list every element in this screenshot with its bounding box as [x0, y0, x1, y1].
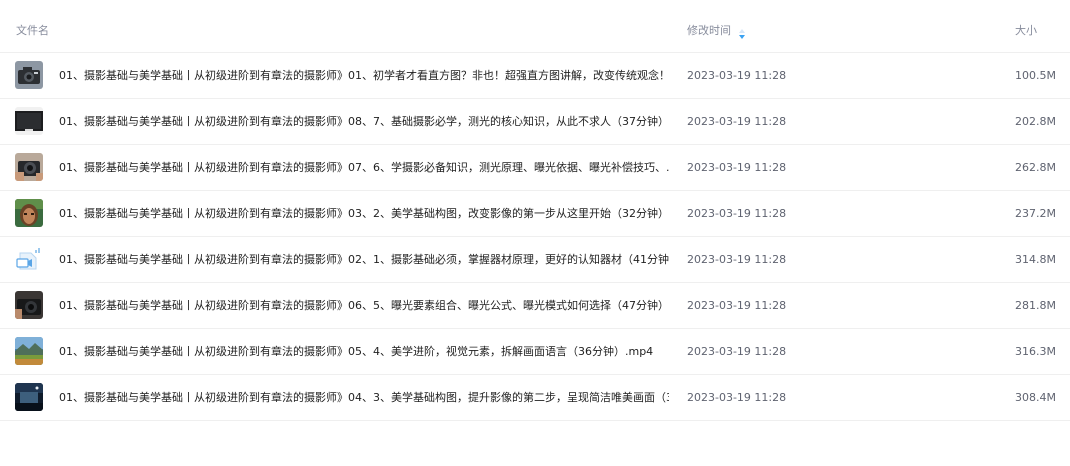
file-name[interactable]: 01、摄影基础与美学基础丨从初级进阶到有章法的摄影师》08、7、基础摄影必学，测… — [59, 114, 669, 129]
file-list: 文件名 修改时间 大小 01、摄影基础与美学基础丨从初级进阶到有章法的摄影师》0… — [0, 0, 1070, 421]
column-header-size[interactable]: 大小 — [1015, 24, 1037, 38]
column-header-modified[interactable]: 修改时间 — [687, 24, 731, 38]
file-modified-time: 2023-03-19 11:28 — [687, 115, 787, 128]
file-row[interactable]: 01、摄影基础与美学基础丨从初级进阶到有章法的摄影师》07、6、学摄影必备知识，… — [0, 145, 1070, 191]
camera-dark-thumbnail[interactable] — [15, 291, 43, 319]
file-size: 281.8M — [1015, 299, 1056, 312]
landscape-thumbnail[interactable] — [15, 337, 43, 365]
file-name[interactable]: 01、摄影基础与美学基础丨从初级进阶到有章法的摄影师》05、4、美学进阶，视觉元… — [59, 344, 669, 359]
column-header-filename[interactable]: 文件名 — [16, 24, 49, 38]
file-size: 237.2M — [1015, 207, 1056, 220]
file-name[interactable]: 01、摄影基础与美学基础丨从初级进阶到有章法的摄影师》02、1、摄影基础必须，掌… — [59, 252, 669, 267]
file-modified-time: 2023-03-19 11:28 — [687, 207, 787, 220]
camera-hand-thumbnail[interactable] — [15, 153, 43, 181]
file-modified-time: 2023-03-19 11:28 — [687, 299, 787, 312]
file-modified-time: 2023-03-19 11:28 — [687, 69, 787, 82]
video-file-thumbnail[interactable] — [15, 245, 43, 273]
file-name[interactable]: 01、摄影基础与美学基础丨从初级进阶到有章法的摄影师》07、6、学摄影必备知识，… — [59, 160, 669, 175]
screen-thumbnail[interactable] — [15, 107, 43, 135]
file-row[interactable]: 01、摄影基础与美学基础丨从初级进阶到有章法的摄影师》02、1、摄影基础必须，掌… — [0, 237, 1070, 283]
file-list-header: 文件名 修改时间 大小 — [0, 0, 1070, 53]
sort-icon[interactable] — [738, 25, 746, 39]
file-row[interactable]: 01、摄影基础与美学基础丨从初级进阶到有章法的摄影师》04、3、美学基础构图，提… — [0, 375, 1070, 421]
night-scene-thumbnail[interactable] — [15, 383, 43, 411]
portrait-thumbnail[interactable] — [15, 199, 43, 227]
file-row[interactable]: 01、摄影基础与美学基础丨从初级进阶到有章法的摄影师》01、初学者才看直方图？非… — [0, 53, 1070, 99]
file-modified-time: 2023-03-19 11:28 — [687, 391, 787, 404]
file-row[interactable]: 01、摄影基础与美学基础丨从初级进阶到有章法的摄影师》06、5、曝光要素组合、曝… — [0, 283, 1070, 329]
file-size: 314.8M — [1015, 253, 1056, 266]
file-size: 100.5M — [1015, 69, 1056, 82]
file-name[interactable]: 01、摄影基础与美学基础丨从初级进阶到有章法的摄影师》06、5、曝光要素组合、曝… — [59, 298, 669, 313]
camera-thumbnail[interactable] — [15, 61, 43, 89]
file-size: 202.8M — [1015, 115, 1056, 128]
file-size: 262.8M — [1015, 161, 1056, 174]
file-modified-time: 2023-03-19 11:28 — [687, 161, 787, 174]
file-name[interactable]: 01、摄影基础与美学基础丨从初级进阶到有章法的摄影师》01、初学者才看直方图？非… — [59, 68, 669, 83]
file-name[interactable]: 01、摄影基础与美学基础丨从初级进阶到有章法的摄影师》03、2、美学基础构图，改… — [59, 206, 669, 221]
file-row[interactable]: 01、摄影基础与美学基础丨从初级进阶到有章法的摄影师》08、7、基础摄影必学，测… — [0, 99, 1070, 145]
file-modified-time: 2023-03-19 11:28 — [687, 253, 787, 266]
file-size: 308.4M — [1015, 391, 1056, 404]
file-row[interactable]: 01、摄影基础与美学基础丨从初级进阶到有章法的摄影师》03、2、美学基础构图，改… — [0, 191, 1070, 237]
file-size: 316.3M — [1015, 345, 1056, 358]
file-modified-time: 2023-03-19 11:28 — [687, 345, 787, 358]
file-name[interactable]: 01、摄影基础与美学基础丨从初级进阶到有章法的摄影师》04、3、美学基础构图，提… — [59, 390, 669, 405]
file-row[interactable]: 01、摄影基础与美学基础丨从初级进阶到有章法的摄影师》05、4、美学进阶，视觉元… — [0, 329, 1070, 375]
